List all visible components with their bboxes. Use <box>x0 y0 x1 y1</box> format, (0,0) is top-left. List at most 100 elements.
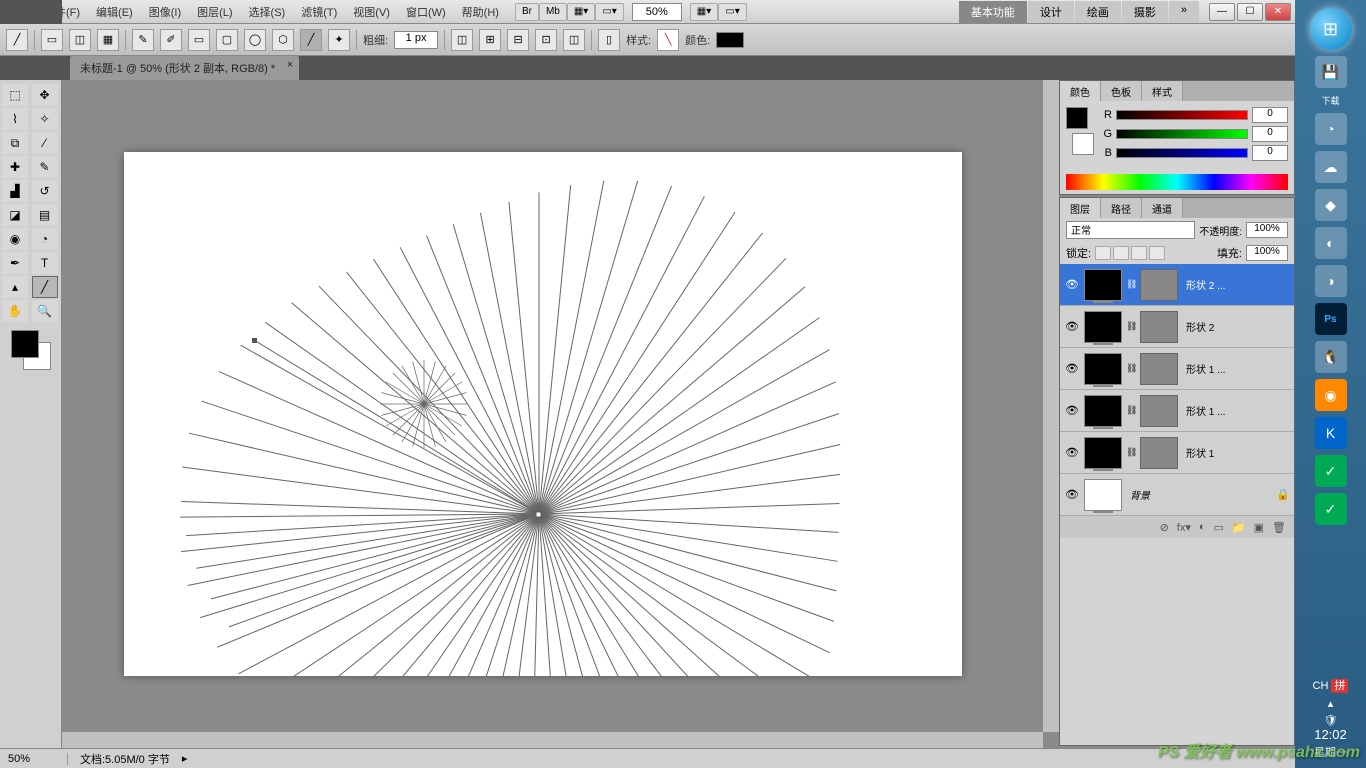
minibridge-button[interactable]: Mb <box>539 3 567 21</box>
styles-tab[interactable]: 样式 <box>1142 81 1183 101</box>
dodge-tool[interactable]: ◔ <box>32 228 58 250</box>
layer-visibility-icon[interactable]: 👁 <box>1064 446 1080 459</box>
layer-visibility-icon[interactable]: 👁 <box>1064 320 1080 333</box>
layer-link-icon[interactable]: ⛓ <box>1126 447 1136 458</box>
layer-row[interactable]: 👁⛓形状 2 ... <box>1060 264 1294 306</box>
workspace-more[interactable]: » <box>1169 1 1199 23</box>
menu-view[interactable]: 视图(V) <box>345 4 398 20</box>
lasso-tool[interactable]: ⌇ <box>2 108 28 130</box>
document-tab[interactable]: 未标题-1 @ 50% (形状 2 副本, RGB/8) * × <box>70 56 299 80</box>
stamp-tool[interactable]: ▟ <box>2 180 28 202</box>
layer-row[interactable]: 👁⛓形状 2 <box>1060 306 1294 348</box>
lock-all-icon[interactable] <box>1149 246 1165 260</box>
delete-layer-icon[interactable]: 🗑 <box>1272 521 1286 534</box>
gradient-tool[interactable]: ▤ <box>32 204 58 226</box>
r-value[interactable]: 0 <box>1252 107 1288 123</box>
layer-thumbnail[interactable] <box>1084 353 1122 385</box>
start-button[interactable]: ⊞ <box>1310 8 1352 50</box>
blur-tool[interactable]: ◉ <box>2 228 28 250</box>
g-slider[interactable] <box>1116 129 1248 139</box>
layer-fx-icon[interactable]: fx▾ <box>1177 521 1191 534</box>
line-tool[interactable]: ╱ <box>32 276 58 298</box>
brush-tool[interactable]: ✎ <box>32 156 58 178</box>
panel-fg-color[interactable] <box>1066 107 1088 129</box>
menu-edit[interactable]: 编辑(E) <box>88 4 141 20</box>
r-slider[interactable] <box>1116 110 1248 120</box>
taskbar-app-2[interactable]: ☁ <box>1315 151 1347 183</box>
b-value[interactable]: 0 <box>1252 145 1288 161</box>
lock-position-icon[interactable] <box>1131 246 1147 260</box>
workspace-photography[interactable]: 摄影 <box>1122 1 1168 23</box>
layer-thumbnail[interactable] <box>1084 437 1122 469</box>
status-arrow-icon[interactable]: ▸ <box>182 752 188 765</box>
taskbar-app-7[interactable]: K <box>1315 417 1347 449</box>
menu-select[interactable]: 选择(S) <box>241 4 294 20</box>
close-button[interactable]: ✕ <box>1265 3 1291 21</box>
menu-help[interactable]: 帮助(H) <box>454 4 507 20</box>
path-op-new[interactable]: ◫ <box>451 29 473 51</box>
taskbar-app-1[interactable]: ◔ <box>1315 113 1347 145</box>
fill-input[interactable]: 100% <box>1246 245 1288 261</box>
layer-name[interactable]: 背景 <box>1126 487 1272 502</box>
roundrect-shape-icon[interactable]: ▢ <box>216 29 238 51</box>
weight-input[interactable]: 1 px <box>394 31 438 49</box>
layer-mask-thumbnail[interactable] <box>1140 395 1178 427</box>
document-tab-close[interactable]: × <box>287 59 293 71</box>
layers-tab[interactable]: 图层 <box>1060 198 1101 218</box>
foreground-color[interactable] <box>11 330 39 358</box>
new-layer-icon[interactable]: ▣ <box>1254 521 1264 534</box>
status-zoom[interactable]: 50% <box>8 753 68 765</box>
lock-transparency-icon[interactable] <box>1095 246 1111 260</box>
g-value[interactable]: 0 <box>1252 126 1288 142</box>
layer-link-icon[interactable]: ⛓ <box>1126 279 1136 290</box>
layer-row[interactable]: 👁⛓形状 1 <box>1060 432 1294 474</box>
layer-mask-icon[interactable]: ◐ <box>1199 521 1206 533</box>
shape-mode-shape[interactable]: ▭ <box>41 29 63 51</box>
minimize-button[interactable]: — <box>1209 3 1235 21</box>
layer-link-icon[interactable]: ⛓ <box>1126 363 1136 374</box>
eraser-tool[interactable]: ◪ <box>2 204 28 226</box>
workspace-painting[interactable]: 绘画 <box>1075 1 1121 23</box>
layer-row[interactable]: 👁背景🔒 <box>1060 474 1294 516</box>
layer-name[interactable]: 形状 2 ... <box>1182 277 1290 292</box>
polygon-shape-icon[interactable]: ⬡ <box>272 29 294 51</box>
pen-icon[interactable]: ✎ <box>132 29 154 51</box>
path-op-exclude[interactable]: ◫ <box>563 29 585 51</box>
layer-visibility-icon[interactable]: 👁 <box>1064 488 1080 501</box>
color-swatches[interactable] <box>11 330 51 370</box>
path-op-add[interactable]: ⊞ <box>479 29 501 51</box>
menu-window[interactable]: 窗口(W) <box>398 4 454 20</box>
link-layers-icon[interactable]: ⊘ <box>1160 521 1169 534</box>
taskbar-app-8[interactable]: ✓ <box>1315 455 1347 487</box>
layer-thumbnail[interactable] <box>1084 311 1122 343</box>
bridge-button[interactable]: Br <box>515 3 539 21</box>
canvas[interactable] <box>124 152 962 676</box>
vertical-scrollbar[interactable] <box>1043 80 1059 732</box>
adjustment-layer-icon[interactable]: ▭ <box>1214 521 1224 534</box>
maximize-button[interactable]: ☐ <box>1237 3 1263 21</box>
horizontal-scrollbar[interactable] <box>62 732 1043 748</box>
line-shape-icon[interactable]: ╱ <box>300 29 322 51</box>
view-extras-1[interactable]: ▦▾ <box>690 3 718 21</box>
layer-link-icon[interactable]: ⛓ <box>1126 405 1136 416</box>
taskbar-app-3[interactable]: ◆ <box>1315 189 1347 221</box>
layer-visibility-icon[interactable]: 👁 <box>1064 362 1080 375</box>
path-op-subtract[interactable]: ⊟ <box>507 29 529 51</box>
type-tool[interactable]: T <box>32 252 58 274</box>
workspace-essentials[interactable]: 基本功能 <box>959 1 1027 23</box>
panel-bg-color[interactable] <box>1072 133 1094 155</box>
crop-tool[interactable]: ⧉ <box>2 132 28 154</box>
zoom-input[interactable]: 50% <box>632 3 682 21</box>
path-select-tool[interactable]: ▴ <box>2 276 28 298</box>
canvas-area[interactable] <box>62 80 1059 748</box>
color-swatch[interactable] <box>716 32 744 48</box>
align-edges-icon[interactable]: ▯ <box>598 29 620 51</box>
layer-row[interactable]: 👁⛓形状 1 ... <box>1060 348 1294 390</box>
marquee-tool[interactable]: ✥ <box>32 84 58 106</box>
taskbar-app-6[interactable]: ◉ <box>1315 379 1347 411</box>
taskbar-app-9[interactable]: ✓ <box>1315 493 1347 525</box>
color-spectrum[interactable] <box>1066 174 1288 190</box>
layer-group-icon[interactable]: 📁 <box>1232 521 1246 534</box>
layer-mask-thumbnail[interactable] <box>1140 437 1178 469</box>
layer-visibility-icon[interactable]: 👁 <box>1064 404 1080 417</box>
